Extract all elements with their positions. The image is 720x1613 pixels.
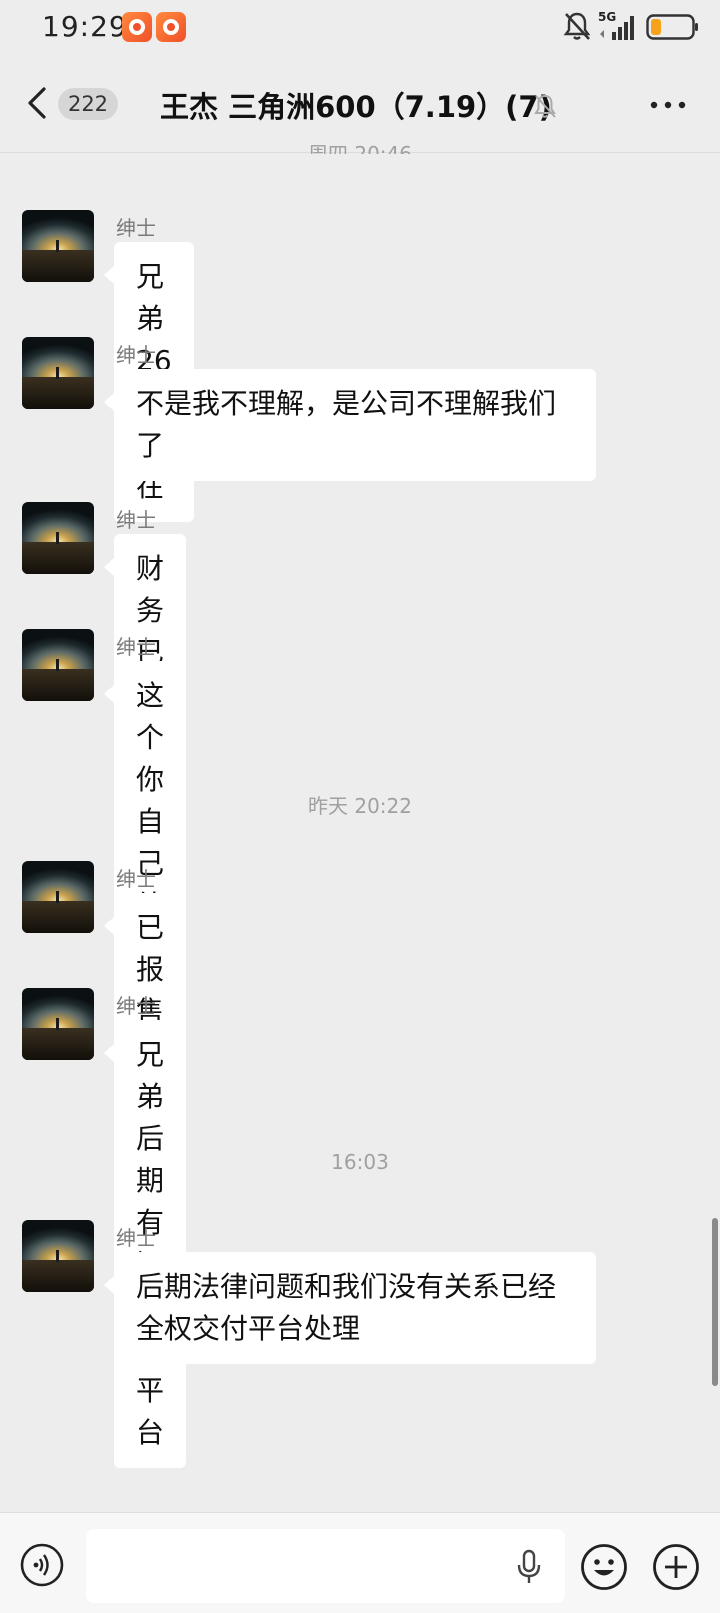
chevron-left-icon[interactable] [26,86,48,120]
status-bar: 19:29 5G [0,0,720,56]
avatar[interactable] [22,502,94,574]
chat-title: 王杰 三角洲600（7.19）(7) [160,90,552,124]
mic-icon[interactable] [516,1549,542,1585]
sender-name: 绅士 [116,216,156,240]
bell-off-icon [563,12,591,40]
message-bubble[interactable]: 后期法律问题和我们没有关系已经全权交付平台处理 [104,1252,596,1364]
sender-name: 绅士 [116,1226,156,1250]
avatar[interactable] [22,337,94,409]
voice-icon[interactable] [20,1543,64,1587]
bell-off-icon [534,94,556,118]
input-bar [0,1512,720,1613]
message-bubble[interactable]: 不是我不理解，是公司不理解我们了 [104,369,596,481]
chat-header: 222 王杰 三角洲600（7.19）(7) [0,56,720,153]
notification-app-icon [122,12,152,42]
sender-name: 绅士 [116,635,156,659]
sender-name: 绅士 [116,343,156,367]
timestamp: 16:03 [331,1150,389,1174]
avatar[interactable] [22,1220,94,1292]
notification-app-icon [156,12,186,42]
scrollbar[interactable] [712,1218,718,1386]
timestamp: 昨天 20:22 [308,794,412,818]
unread-count-badge[interactable]: 222 [58,88,118,120]
message-input[interactable] [86,1529,565,1603]
avatar[interactable] [22,988,94,1060]
avatar[interactable] [22,861,94,933]
plus-icon[interactable] [652,1543,700,1591]
sender-name: 绅士 [116,994,156,1018]
sender-name: 绅士 [116,508,156,532]
avatar[interactable] [22,210,94,282]
more-horizontal-icon[interactable] [650,100,686,110]
avatar[interactable] [22,629,94,701]
signal-icon [600,16,634,40]
status-time: 19:29 [42,10,128,43]
emoji-icon[interactable] [580,1543,628,1591]
timestamp: 周四 20:46 [308,142,412,154]
sender-name: 绅士 [116,867,156,891]
battery-icon [646,14,698,40]
